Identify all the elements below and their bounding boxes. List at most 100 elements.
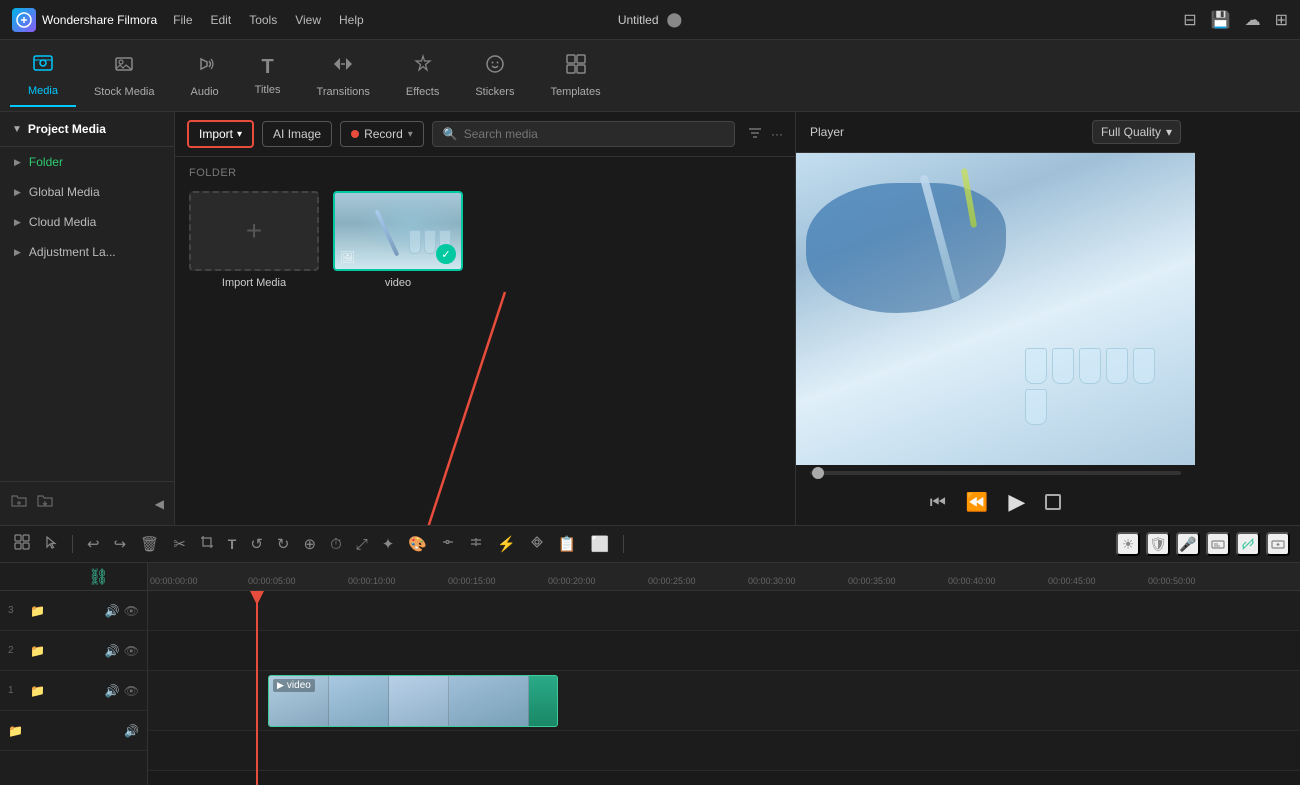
mic-btn[interactable]: 🎤 <box>1176 532 1200 556</box>
save-icon[interactable]: 💾 <box>1211 10 1231 30</box>
track-header-2: 2 📁 🔊 👁 <box>0 631 147 671</box>
chain-btn[interactable] <box>1236 532 1260 556</box>
menu-view[interactable]: View <box>295 13 321 27</box>
expand-btn[interactable]: ⤢ <box>352 534 372 555</box>
filter-icon[interactable] <box>747 125 763 144</box>
tab-audio[interactable]: Audio <box>173 45 237 106</box>
progress-bar[interactable] <box>810 471 1181 475</box>
timeline-ruler: 00:00:00:00 00:00:05:00 00:00:10:00 00:0… <box>148 563 1300 591</box>
sidebar-item-cloud-media[interactable]: ▶ Cloud Media <box>0 207 174 237</box>
track-3-eye[interactable]: 👁 <box>124 604 139 618</box>
sidebar-item-adjustment[interactable]: ▶ Adjustment La... <box>0 237 174 267</box>
import-folder-icon[interactable] <box>36 492 54 515</box>
track-1-eye[interactable]: 👁 <box>124 684 139 698</box>
menu-tools[interactable]: Tools <box>249 13 277 27</box>
scissors-btn[interactable]: ✂ <box>169 533 190 555</box>
magic-btn[interactable]: ✦ <box>378 533 399 555</box>
zoom-in-btn[interactable]: ⊕ <box>300 533 321 555</box>
tab-stock-media[interactable]: Stock Media <box>76 45 173 106</box>
stop-button[interactable] <box>1045 494 1061 510</box>
sidebar-collapse-triangle[interactable]: ▼ <box>12 124 22 135</box>
sidebar-collapse-btn[interactable]: ◀ <box>155 497 164 511</box>
color-btn[interactable]: 🎨 <box>404 533 431 555</box>
vial-g5 <box>1133 348 1155 384</box>
track-2-audio[interactable]: 🔊 <box>105 644 120 658</box>
tab-media[interactable]: Media <box>10 44 76 107</box>
ruler-45: 00:00:45:00 <box>1048 576 1096 586</box>
delete-btn[interactable]: 🗑 <box>136 533 163 555</box>
tab-effects[interactable]: Effects <box>388 45 457 106</box>
video-clip[interactable]: ▶ video <box>268 675 558 727</box>
sun-btn[interactable]: ☀ <box>1116 532 1140 556</box>
track-bottom-folder[interactable]: 📁 <box>8 724 23 738</box>
sidebar-item-folder[interactable]: ▶ Folder <box>0 147 174 177</box>
audio-icon <box>194 53 216 81</box>
redo-btn[interactable]: ↪ <box>110 533 131 555</box>
playhead[interactable] <box>256 591 258 785</box>
import-media-item[interactable]: + Import Media <box>189 191 319 289</box>
sidebar-cloud-triangle: ▶ <box>14 217 21 228</box>
caption-btn[interactable] <box>1206 532 1230 556</box>
rotate-left-btn[interactable]: ↺ <box>246 533 267 555</box>
track-1-audio[interactable]: 🔊 <box>105 684 120 698</box>
stabilize-btn[interactable] <box>526 533 548 555</box>
import-placeholder[interactable]: + <box>189 191 319 271</box>
sidebar-folder-label: Folder <box>29 155 63 169</box>
sidebar-header: ▼ Project Media <box>0 112 174 147</box>
undo-btn[interactable]: ↩ <box>83 533 104 555</box>
progress-dot[interactable] <box>812 467 824 479</box>
play-button[interactable]: ▶ <box>1008 489 1025 515</box>
video-thumbnail[interactable]: 🖼 ✓ <box>333 191 463 271</box>
more-options-icon[interactable]: ··· <box>771 127 783 141</box>
timeline-layout-btn[interactable] <box>10 532 34 556</box>
menu-help[interactable]: Help <box>339 13 364 27</box>
clip-btn[interactable]: 📋 <box>554 533 581 555</box>
sidebar-item-global-media[interactable]: ▶ Global Media <box>0 177 174 207</box>
cloud-icon[interactable]: ☁ <box>1245 10 1261 30</box>
shield-btn[interactable]: 🛡 <box>1146 532 1170 556</box>
step-back-button[interactable]: ⏮ <box>930 492 946 513</box>
chain-link-icon[interactable]: ⛓ <box>88 567 108 587</box>
text-btn[interactable]: T <box>224 534 241 554</box>
frame-back-button[interactable]: ⏪ <box>966 492 988 513</box>
speed-btn[interactable]: ⚡ <box>493 533 520 555</box>
rotate-right-btn[interactable]: ↻ <box>273 533 294 555</box>
track-1-folder[interactable]: 📁 <box>30 684 45 698</box>
tab-transitions[interactable]: Transitions <box>299 45 388 106</box>
track-bottom-audio[interactable]: 🔊 <box>124 724 139 738</box>
timer-btn[interactable]: ⏱ <box>326 534 346 555</box>
crop-btn[interactable] <box>196 533 218 555</box>
tab-effects-label: Effects <box>406 86 439 98</box>
track-2-eye[interactable]: 👁 <box>124 644 139 658</box>
tl-sep-2 <box>623 535 624 553</box>
import-label: Import <box>199 127 233 141</box>
player-panel: Player Full Quality ▾ <box>795 112 1195 525</box>
record-button[interactable]: Record ▾ <box>340 121 424 147</box>
media-grid: + Import Media <box>189 191 781 289</box>
track-2-folder[interactable]: 📁 <box>30 644 45 658</box>
grid-icon[interactable]: ⊞ <box>1275 10 1288 30</box>
new-folder-icon[interactable] <box>10 492 28 515</box>
track-3-folder[interactable]: 📁 <box>30 604 45 618</box>
video-media-item[interactable]: 🖼 ✓ video <box>333 191 463 289</box>
tab-templates[interactable]: Templates <box>532 45 618 106</box>
tab-stickers[interactable]: Stickers <box>457 45 532 106</box>
add-track-btn[interactable] <box>1266 532 1290 556</box>
tab-titles[interactable]: T Titles <box>237 48 299 104</box>
track-1-icons: 🔊 👁 <box>105 684 139 698</box>
timeline-pointer-btn[interactable] <box>40 533 62 555</box>
layout-icon[interactable]: ⊟ <box>1183 10 1196 30</box>
clip-thumb-3 <box>389 676 449 726</box>
menu-edit[interactable]: Edit <box>211 13 232 27</box>
quality-select[interactable]: Full Quality ▾ <box>1092 120 1181 144</box>
folder-label: FOLDER <box>189 167 781 179</box>
menu-file[interactable]: File <box>173 13 192 27</box>
import-button[interactable]: Import ▾ <box>187 120 254 148</box>
split-audio-btn[interactable] <box>465 533 487 555</box>
search-input[interactable] <box>464 127 724 141</box>
audio-filter-btn[interactable] <box>437 533 459 555</box>
record-dropdown-arrow: ▾ <box>408 129 413 140</box>
ai-image-button[interactable]: AI Image <box>262 121 332 147</box>
color2-btn[interactable]: ⬜ <box>586 533 613 555</box>
track-3-audio[interactable]: 🔊 <box>105 604 120 618</box>
